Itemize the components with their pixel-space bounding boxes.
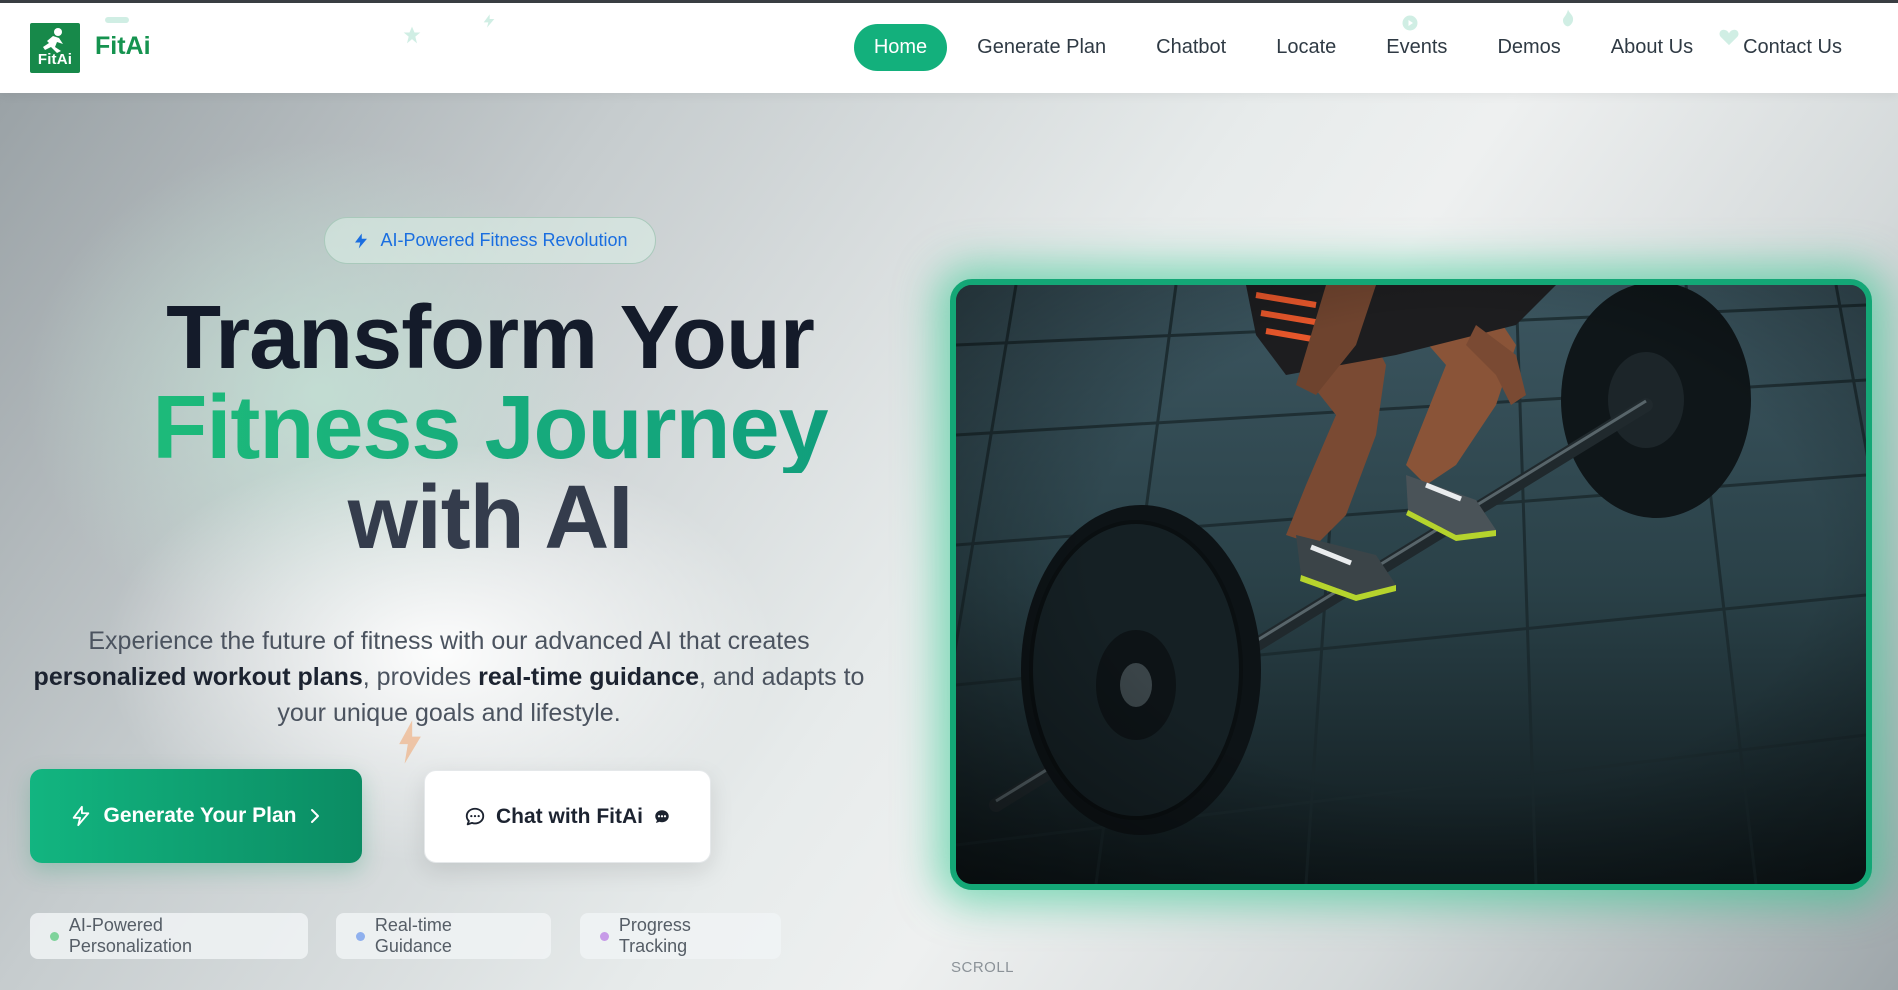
chat-with-fitai-button[interactable]: Chat with FitAi bbox=[424, 770, 711, 863]
nav-home[interactable]: Home bbox=[853, 24, 948, 71]
description-text-2: , provides bbox=[362, 663, 479, 691]
hero-image bbox=[950, 279, 1872, 890]
nav-events[interactable]: Events bbox=[1366, 24, 1467, 71]
hero-description: Experience the future of fitness with ou… bbox=[24, 623, 874, 731]
chip-dot bbox=[356, 931, 365, 941]
chip-label: Progress Tracking bbox=[618, 915, 691, 956]
chevron-right-icon bbox=[311, 809, 320, 823]
description-bold-1: personalized workout plans bbox=[33, 663, 363, 691]
deco-dash-icon bbox=[105, 17, 129, 23]
generate-plan-label: Generate Your Plan bbox=[103, 804, 297, 827]
nav-demos[interactable]: Demos bbox=[1477, 24, 1580, 71]
nav-contact-us[interactable]: Contact Us bbox=[1723, 24, 1862, 71]
description-bold-2: real-time guidance bbox=[478, 663, 700, 691]
deadlift-photo bbox=[956, 285, 1866, 884]
headline-line-3: with AI bbox=[347, 468, 634, 568]
nav-locate[interactable]: Locate bbox=[1256, 24, 1356, 71]
chip-dot bbox=[50, 931, 59, 941]
logo[interactable]: FitAi bbox=[30, 23, 80, 73]
generate-plan-button[interactable]: Generate Your Plan bbox=[30, 769, 362, 863]
deco-lightning-icon bbox=[399, 720, 421, 764]
feature-chip-guidance: Real-time Guidance bbox=[336, 913, 551, 959]
navbar: FitAi FitAi Home Generate Plan Chatbot L… bbox=[0, 3, 1898, 93]
feature-chip-progress: Progress Tracking bbox=[580, 913, 781, 959]
deco-bolt-icon bbox=[483, 14, 495, 28]
hero-headline: Transform Your Fitness Journey with AI bbox=[40, 293, 940, 563]
deco-star-icon bbox=[403, 26, 421, 44]
chip-label: Real-time Guidance bbox=[374, 915, 452, 956]
headline-line-2: Fitness Journey bbox=[40, 383, 940, 473]
nav-links: Home Generate Plan Chatbot Locate Events… bbox=[853, 24, 1862, 71]
chat-bubble-icon bbox=[465, 807, 485, 825]
headline-line-1: Transform Your bbox=[166, 288, 815, 388]
hero-section: AI-Powered Fitness Revolution Transform … bbox=[0, 93, 1898, 990]
nav-generate-plan[interactable]: Generate Plan bbox=[957, 24, 1126, 71]
hero-badge: AI-Powered Fitness Revolution bbox=[324, 217, 656, 264]
chat-with-fitai-label: Chat with FitAi bbox=[496, 804, 643, 828]
nav-about-us[interactable]: About Us bbox=[1591, 24, 1713, 71]
logo-text: FitAi bbox=[37, 51, 73, 68]
lightning-icon bbox=[72, 805, 89, 827]
hero-badge-text: AI-Powered Fitness Revolution bbox=[380, 230, 628, 250]
lightning-icon bbox=[355, 233, 368, 248]
chat-dots-icon bbox=[655, 809, 669, 823]
chip-label: AI-Powered Personalization bbox=[68, 915, 192, 956]
brand-name[interactable]: FitAi bbox=[95, 32, 151, 61]
chip-dot bbox=[600, 931, 609, 941]
feature-chip-personalization: AI-Powered Personalization bbox=[30, 913, 308, 959]
description-text-1: Experience the future of fitness with ou… bbox=[88, 627, 810, 655]
scroll-indicator[interactable]: SCROLL bbox=[951, 959, 1014, 976]
nav-chatbot[interactable]: Chatbot bbox=[1136, 24, 1246, 71]
